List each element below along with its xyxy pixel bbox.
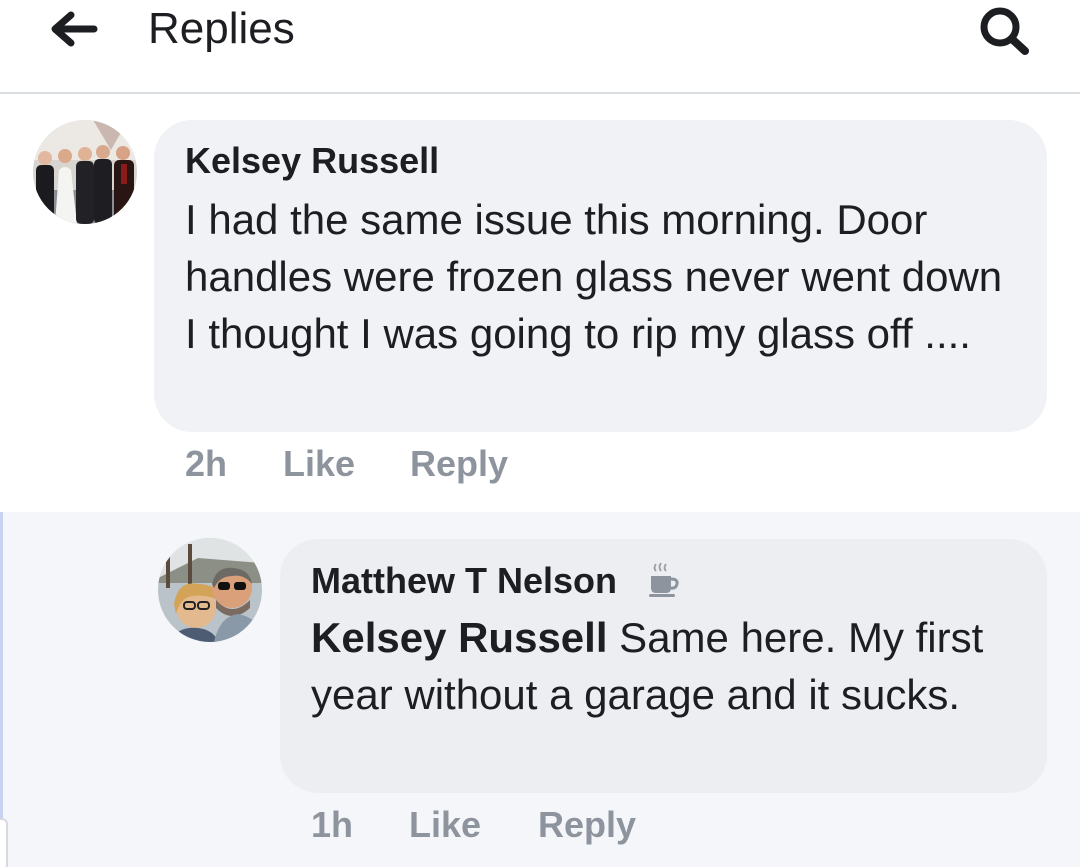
avatar[interactable] — [33, 120, 137, 224]
search-button[interactable] — [972, 2, 1038, 58]
mention-link[interactable]: Kelsey Russell — [311, 614, 608, 661]
avatar[interactable] — [158, 538, 262, 642]
comment-timestamp[interactable]: 1h — [311, 803, 353, 847]
page-title: Replies — [148, 4, 295, 53]
replies-page: Replies Kelsey Russell I had the same is… — [0, 0, 1080, 867]
thread-indicator — [0, 512, 3, 867]
back-arrow-icon — [51, 11, 98, 47]
couple-selfie-photo — [158, 538, 262, 642]
scroll-handle[interactable] — [0, 818, 8, 867]
back-button[interactable] — [44, 4, 104, 54]
comment-author[interactable]: Kelsey Russell — [185, 139, 439, 183]
like-button[interactable]: Like — [409, 803, 481, 847]
reply-button[interactable]: Reply — [410, 442, 508, 486]
comment-timestamp[interactable]: 2h — [185, 442, 227, 486]
comment-text: Kelsey Russell Same here. My first year … — [311, 609, 1031, 723]
comment-author[interactable]: Matthew T Nelson — [311, 559, 617, 603]
coffee-cup-icon — [648, 562, 680, 598]
comment-text: I had the same issue this morning. Door … — [185, 196, 1003, 357]
search-icon — [980, 7, 1029, 55]
top-bar: Replies — [0, 0, 1080, 94]
like-button[interactable]: Like — [283, 442, 355, 486]
reply-button[interactable]: Reply — [538, 803, 636, 847]
wedding-group-photo — [33, 120, 137, 224]
